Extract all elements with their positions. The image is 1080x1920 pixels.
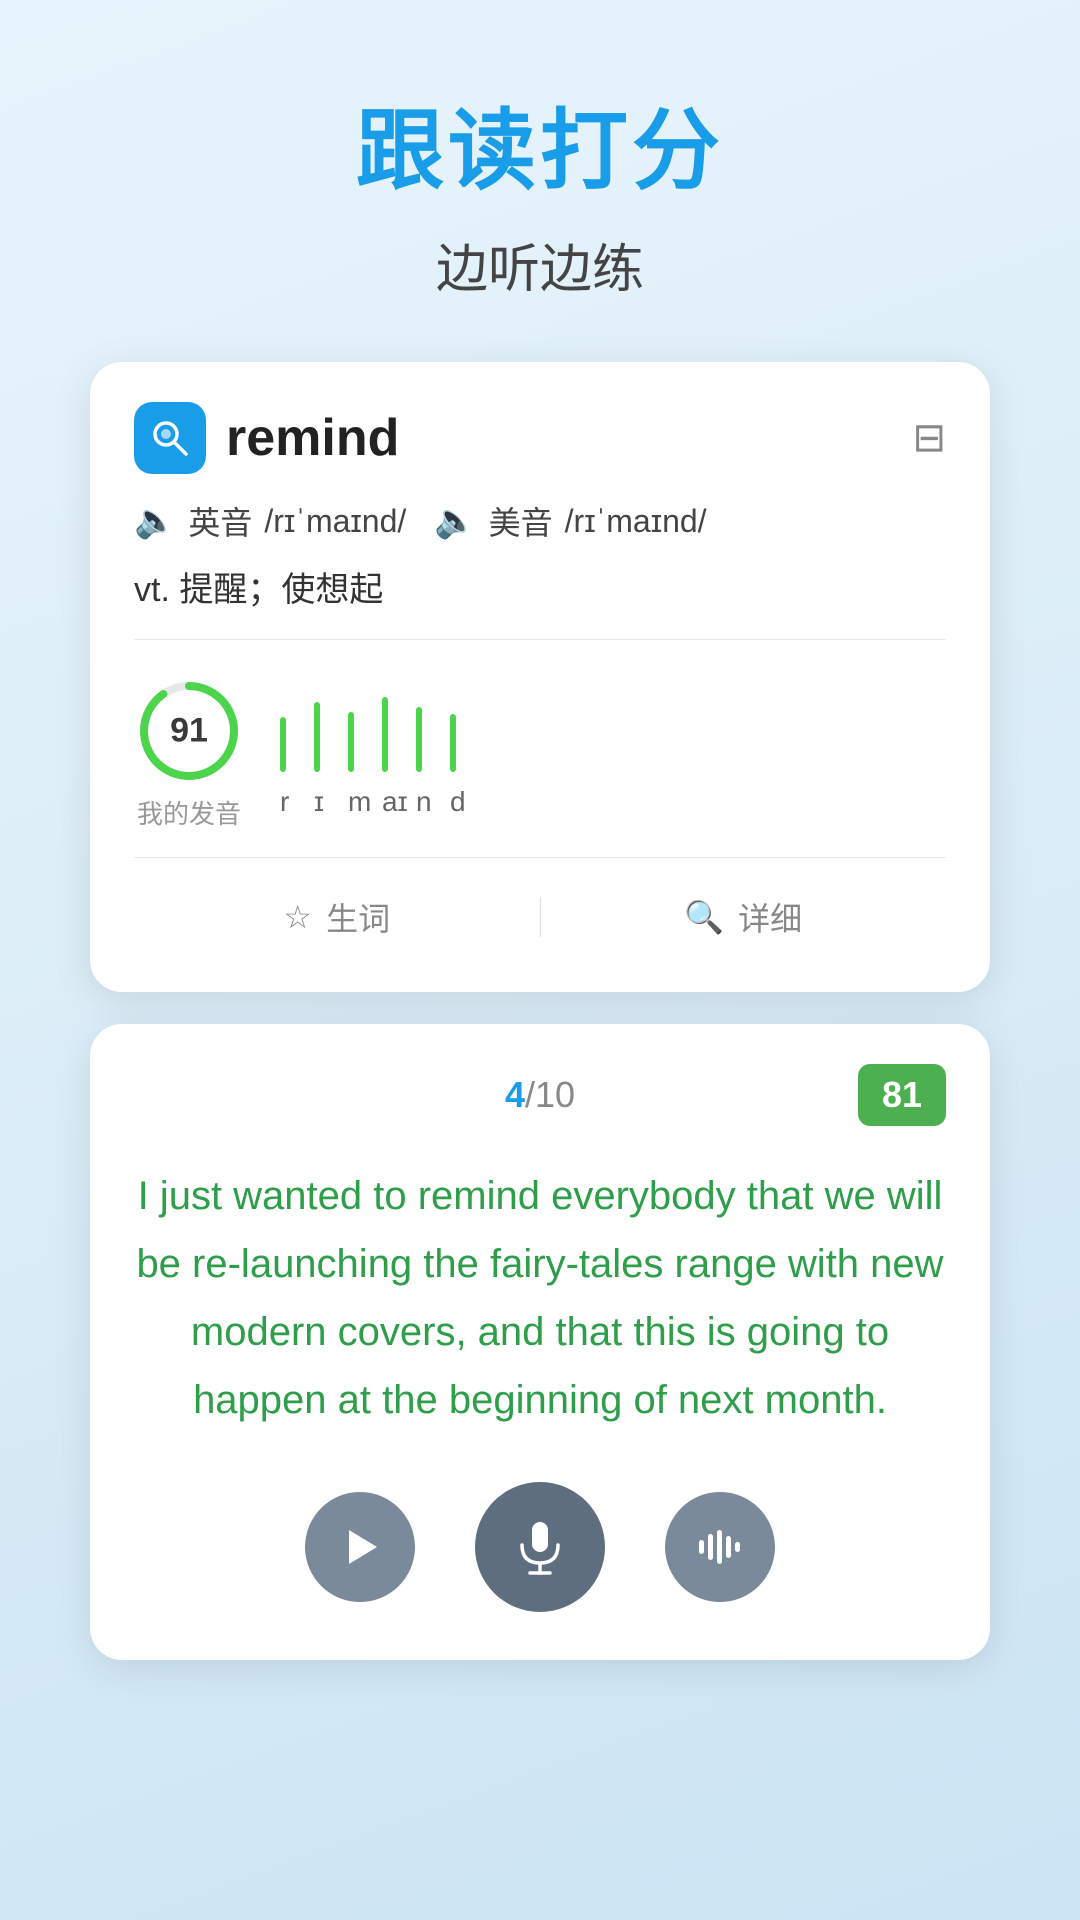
phoneme-bar-0 [280,717,286,772]
play-button[interactable] [305,1492,415,1602]
phoneme-label-3: aɪ [382,786,388,818]
phoneme-label-1: ɪ [314,786,320,818]
phonemes-row: rɪmaɪnd [280,780,946,818]
controls-row [134,1482,946,1612]
detail-label: 详细 [738,894,802,940]
page-subtitle: 边听边练 [436,227,644,302]
current-page: 4 [505,1074,525,1115]
divider-bottom [134,857,946,858]
phoneme-bar-1 [314,702,320,772]
phoneme-bar-4 [416,707,422,772]
dictionary-card: remind ⊟ 🔈 英音 /rɪˈmaɪnd/ 🔈 美音 /rɪˈmaɪnd/… [90,362,990,992]
star-icon: ☆ [283,898,312,936]
phonetic-en: /rɪˈmaɪnd/ [264,503,406,540]
reading-text: I just wanted to remind everybody that w… [134,1162,946,1434]
progress-row: 4/10 81 [134,1064,946,1126]
phoneme-label-4: n [416,786,422,818]
waveform-area: rɪmaɪnd [280,690,946,818]
score-number: 91 [170,712,208,751]
dict-header: remind ⊟ [134,402,946,474]
progress-text: 4/10 [405,1074,676,1116]
progress-separator: / [525,1074,535,1115]
pronunciation-section: 91 我的发音 rɪmaɪnd [134,656,946,841]
speaker-us-icon[interactable]: 🔈 [434,501,476,541]
divider-top [134,639,946,640]
phoneme-label-2: m [348,786,354,818]
score-label: 我的发音 [137,794,241,831]
phoneme-label-5: d [450,786,456,818]
phoneme-label-0: r [280,786,286,818]
dict-definition: vt. 提醒；使想起 [134,562,946,611]
record-button[interactable] [475,1482,605,1612]
menu-icon[interactable]: ⊟ [912,415,946,461]
score-circle: 91 [134,676,244,786]
phonetic-en-group: 🔈 英音 /rɪˈmaɪnd/ [134,498,406,544]
phoneme-bar-5 [450,714,456,772]
phonetic-row: 🔈 英音 /rɪˈmaɪnd/ 🔈 美音 /rɪˈmaɪnd/ [134,498,946,544]
dict-card-footer: ☆ 生词 🔍 详细 [134,878,946,956]
search-icon: 🔍 [684,898,724,936]
page-title: 跟读打分 [356,80,724,207]
practice-card: 4/10 81 I just wanted to remind everybod… [90,1024,990,1660]
total-pages: 10 [535,1074,575,1115]
phoneme-bar-2 [348,712,354,772]
bars-row [280,690,946,780]
app-logo [134,402,206,474]
waveform-button[interactable] [665,1492,775,1602]
dict-logo-area: remind [134,402,399,474]
practice-score-badge: 81 [858,1064,946,1126]
phonetic-en-label: 英音 [188,498,252,544]
vocab-btn[interactable]: ☆ 生词 [134,878,540,956]
detail-btn[interactable]: 🔍 详细 [541,878,947,956]
dict-word: remind [226,408,399,468]
speaker-en-icon[interactable]: 🔈 [134,501,176,541]
phoneme-bar-3 [382,697,388,772]
phonetic-us-group: 🔈 美音 /rɪˈmaɪnd/ [434,498,706,544]
phonetic-us-label: 美音 [489,498,553,544]
phonetic-us: /rɪˈmaɪnd/ [565,503,707,540]
vocab-label: 生词 [326,894,390,940]
